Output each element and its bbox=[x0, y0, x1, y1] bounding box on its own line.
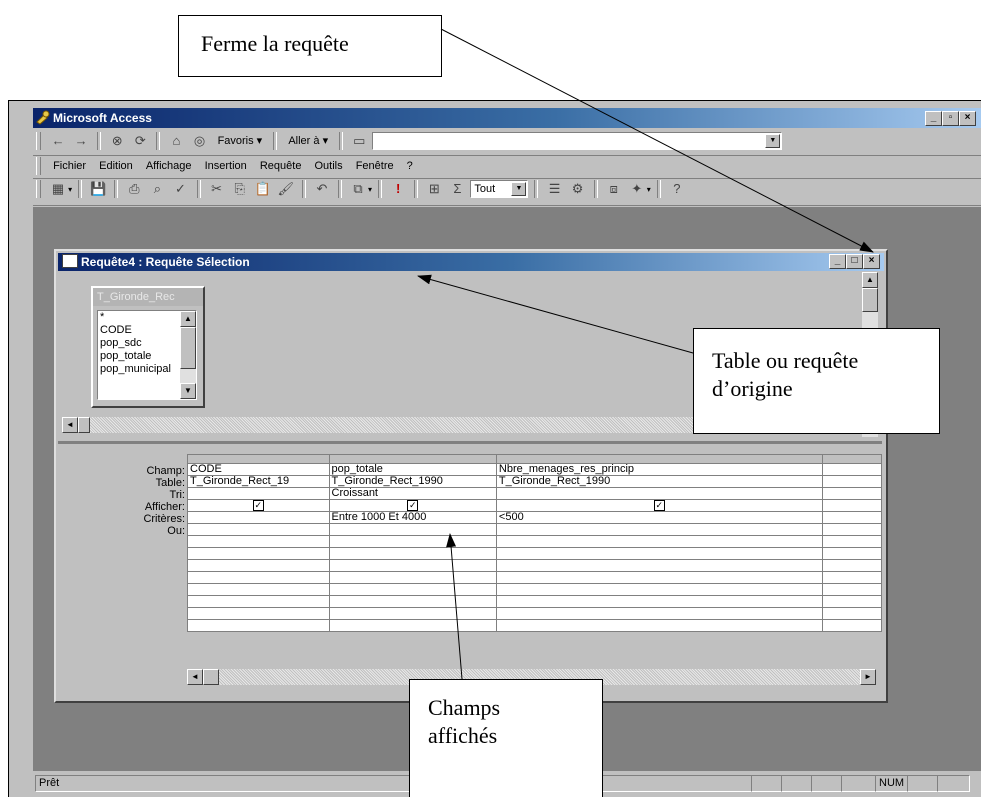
arrow-to-criteria bbox=[446, 533, 463, 680]
arrow-to-close-button bbox=[440, 28, 874, 253]
arrow-to-table-pane bbox=[417, 274, 694, 354]
annotation-arrows bbox=[417, 28, 874, 680]
